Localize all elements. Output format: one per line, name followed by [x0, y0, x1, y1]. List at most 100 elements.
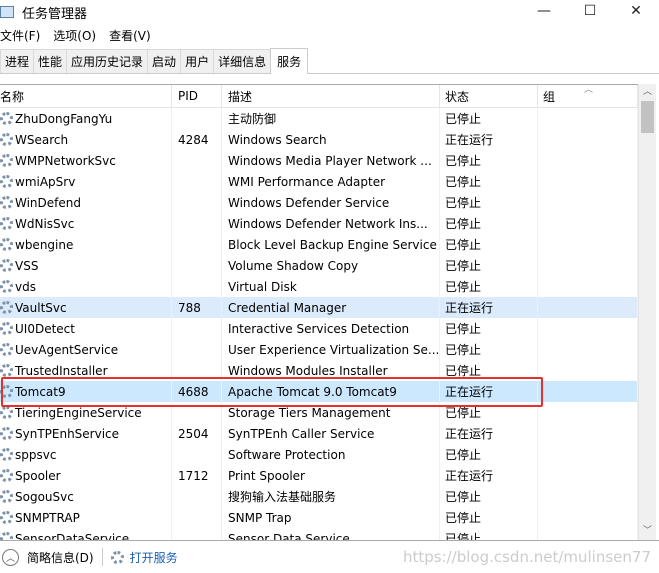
- service-name-cell: WinDefend: [0, 192, 172, 213]
- open-services-link[interactable]: 打开服务: [130, 549, 178, 566]
- service-gear-icon: [0, 175, 13, 188]
- service-description: Windows Media Player Network ...: [228, 153, 432, 168]
- service-gear-icon: [0, 238, 13, 251]
- service-group-cell: [538, 402, 638, 423]
- service-pid-cell: [172, 507, 222, 528]
- service-description: Print Spooler: [228, 468, 305, 483]
- tab-2[interactable]: 应用历史记录: [66, 49, 149, 73]
- tab-0[interactable]: 进程: [0, 49, 35, 73]
- service-name: sppsvc: [15, 447, 57, 462]
- scroll-down-icon[interactable]: ﹀: [639, 523, 656, 540]
- services-gear-icon: [110, 550, 124, 564]
- service-pid-cell: [172, 444, 222, 465]
- service-description: Windows Search: [228, 132, 327, 147]
- service-gear-icon: [0, 322, 13, 335]
- table-row[interactable]: wbengine Block Level Backup Engine Servic…: [0, 234, 638, 255]
- service-pid-cell: [172, 108, 222, 129]
- service-name: wmiApSrv: [15, 174, 76, 189]
- service-name: SogouSvc: [15, 489, 74, 504]
- table-row[interactable]: SNMPTRAP SNMP Trap 已停止: [0, 507, 638, 528]
- service-status: 已停止: [445, 280, 482, 294]
- table-row[interactable]: WinDefend Windows Defender Service 已停止: [0, 192, 638, 213]
- service-gear-icon: [0, 196, 13, 209]
- tab-6[interactable]: 服务: [270, 48, 309, 74]
- table-row[interactable]: VSS Volume Shadow Copy 已停止: [0, 255, 638, 276]
- service-gear-icon: [0, 427, 13, 440]
- tab-4[interactable]: 用户: [180, 49, 215, 73]
- table-row[interactable]: WdNisSvc Windows Defender Network Ins... 已…: [0, 213, 638, 234]
- fewer-details-button[interactable]: 简略信息(D): [27, 549, 94, 566]
- table-row[interactable]: UI0Detect Interactive Services Detection 已…: [0, 318, 638, 339]
- table-row[interactable]: SynTPEnhService 2504 SynTPEnh Caller Servi…: [0, 423, 638, 444]
- service-description-cell: SynTPEnh Caller Service: [222, 423, 440, 444]
- tab-3[interactable]: 启动: [147, 49, 182, 73]
- service-group-cell: [538, 507, 638, 528]
- service-description: Sensor Data Service: [228, 531, 350, 541]
- service-gear-icon: [0, 301, 13, 314]
- highlight-box: [1, 377, 543, 407]
- column-header-status[interactable]: 状态: [440, 85, 538, 107]
- table-row[interactable]: Spooler 1712 Print Spooler 正在运行: [0, 465, 638, 486]
- service-pid-cell: [172, 213, 222, 234]
- table-row[interactable]: vds Virtual Disk 已停止: [0, 276, 638, 297]
- service-description-cell: Windows Defender Service: [222, 192, 440, 213]
- service-pid: 788: [178, 300, 201, 315]
- minimize-button[interactable]: —: [521, 0, 567, 22]
- column-header-description[interactable]: 描述: [222, 85, 440, 107]
- service-name: UI0Detect: [15, 321, 75, 336]
- scroll-thumb[interactable]: [641, 101, 654, 133]
- column-header-name[interactable]: 名称: [0, 85, 172, 107]
- service-gear-icon: [0, 112, 13, 125]
- service-group-cell: [538, 465, 638, 486]
- service-group-cell: [538, 150, 638, 171]
- service-status-cell: 已停止: [440, 339, 538, 360]
- service-status: 正在运行: [445, 427, 494, 441]
- close-button[interactable]: ✕: [613, 0, 659, 22]
- service-description-cell: SNMP Trap: [222, 507, 440, 528]
- chevron-up-icon[interactable]: ︿: [2, 548, 19, 566]
- menu-file[interactable]: 文件(F): [0, 27, 40, 44]
- table-row[interactable]: wmiApSrv WMI Performance Adapter 已停止: [0, 171, 638, 192]
- sort-ascending-icon: ︿: [584, 85, 594, 95]
- table-row[interactable]: SensorDataService Sensor Data Service 已停止: [0, 528, 638, 540]
- service-gear-icon: [0, 364, 13, 377]
- table-row[interactable]: WMPNetworkSvc Windows Media Player Networ…: [0, 150, 638, 171]
- service-description-cell: Block Level Backup Engine Service: [222, 234, 440, 255]
- service-gear-icon: [0, 259, 13, 272]
- table-row[interactable]: WSearch 4284 Windows Search 正在运行: [0, 129, 638, 150]
- service-description: SNMP Trap: [228, 510, 292, 525]
- table-row[interactable]: sppsvc Software Protection 已停止: [0, 444, 638, 465]
- service-group-cell: [538, 297, 638, 318]
- table-header: 名称 PID 描述 状态 组 ︿: [0, 85, 638, 108]
- service-status: 已停止: [445, 196, 482, 210]
- service-status: 已停止: [445, 322, 482, 336]
- maximize-button[interactable]: ☐: [567, 0, 613, 22]
- table-row[interactable]: VaultSvc 788 Credential Manager 正在运行: [0, 297, 638, 318]
- service-description-cell: Windows Defender Network Ins...: [222, 213, 440, 234]
- tab-1[interactable]: 性能: [33, 49, 68, 73]
- service-description-cell: Software Protection: [222, 444, 440, 465]
- vertical-scrollbar[interactable]: ︿ ﹀: [638, 84, 656, 540]
- table-row[interactable]: UevAgentService User Experience Virtualiz…: [0, 339, 638, 360]
- service-group-cell: [538, 318, 638, 339]
- service-pid: 4284: [178, 132, 209, 147]
- service-pid-cell: [172, 234, 222, 255]
- service-description: Interactive Services Detection: [228, 321, 410, 336]
- tab-5[interactable]: 详细信息: [213, 49, 272, 73]
- service-pid-cell: [172, 150, 222, 171]
- table-row[interactable]: SogouSvc 搜狗输入法基础服务 已停止: [0, 486, 638, 507]
- service-name: Spooler: [15, 468, 61, 483]
- menu-view[interactable]: 查看(V): [109, 27, 151, 44]
- table-row[interactable]: ZhuDongFangYu 主动防御 已停止: [0, 108, 638, 129]
- service-description: Storage Tiers Management: [228, 405, 391, 420]
- column-header-pid[interactable]: PID: [172, 85, 222, 107]
- service-status-cell: 正在运行: [440, 465, 538, 486]
- scroll-up-icon[interactable]: ︿: [639, 84, 656, 101]
- service-name-cell: SNMPTRAP: [0, 507, 172, 528]
- menu-options[interactable]: 选项(O): [53, 27, 96, 44]
- service-status-cell: 已停止: [440, 276, 538, 297]
- service-name-cell: SogouSvc: [0, 486, 172, 507]
- service-name: WSearch: [15, 132, 69, 147]
- service-group-cell: [538, 381, 638, 402]
- service-description-cell: WMI Performance Adapter: [222, 171, 440, 192]
